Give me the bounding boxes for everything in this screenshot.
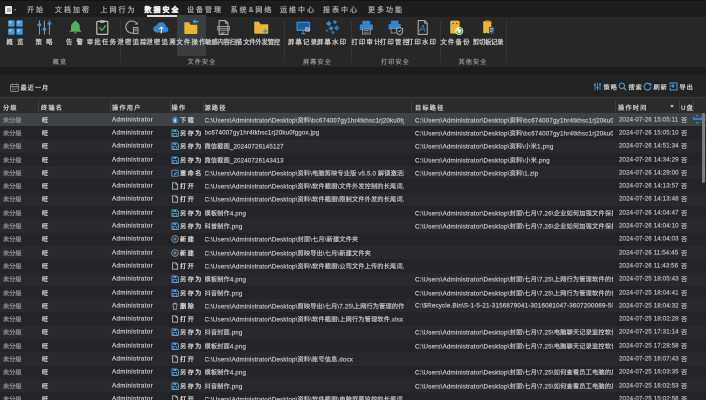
svg-text:A: A: [418, 24, 425, 35]
